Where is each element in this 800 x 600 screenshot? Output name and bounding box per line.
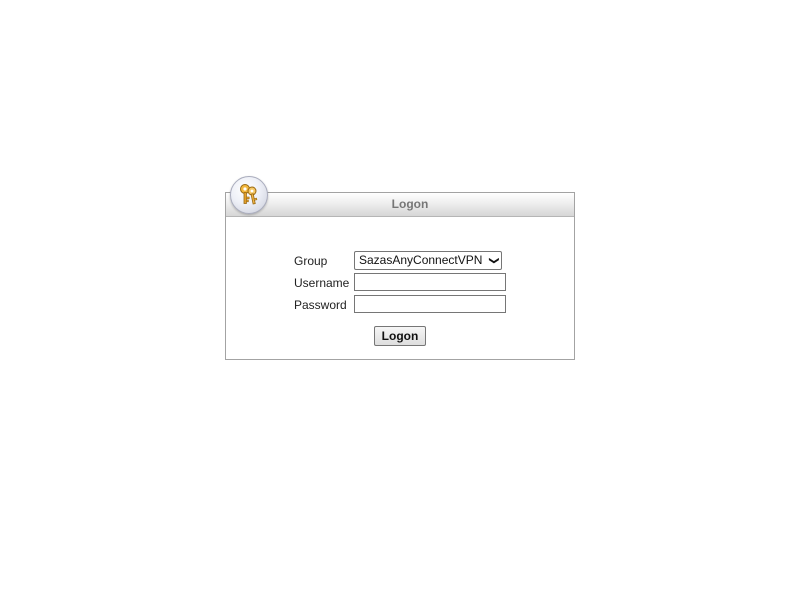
group-selected-value: SazasAnyConnectVPN xyxy=(359,253,483,267)
group-label: Group xyxy=(294,254,328,268)
password-input[interactable] xyxy=(354,295,506,313)
username-label: Username xyxy=(294,276,350,290)
username-input[interactable] xyxy=(354,273,506,291)
keys-icon xyxy=(230,176,268,214)
logon-button[interactable]: Logon xyxy=(374,326,426,346)
password-label: Password xyxy=(294,298,347,312)
chevron-down-icon: ❮ xyxy=(488,256,500,265)
group-select[interactable]: SazasAnyConnectVPN ❮ xyxy=(354,251,502,270)
logon-title: Logon xyxy=(391,197,429,211)
logon-header: Logon xyxy=(226,193,574,217)
